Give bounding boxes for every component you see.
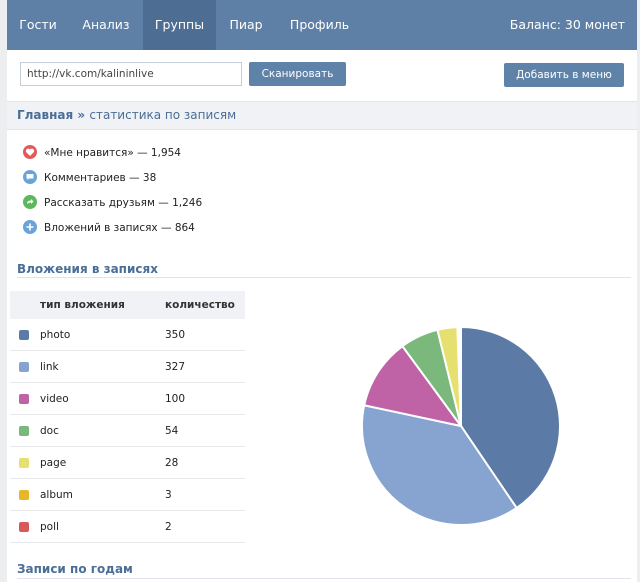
stat-shares-text: Рассказать друзьям — 1,246 — [44, 197, 203, 209]
col-type-header: тип вложения — [32, 291, 159, 319]
nav-guests[interactable]: Гости — [7, 0, 69, 50]
years-divider — [17, 578, 631, 579]
attachments-title: Вложения в записях — [17, 262, 158, 276]
comment-icon — [23, 170, 37, 184]
breadcrumb: Главная » статистика по записям — [7, 101, 637, 130]
attachments-divider — [17, 277, 631, 278]
legend-swatch — [19, 425, 29, 436]
nav-analysis[interactable]: Анализ — [69, 0, 143, 50]
legend-swatch — [19, 361, 29, 372]
nav-profile[interactable]: Профиль — [276, 0, 363, 50]
attachment-count: 28 — [159, 446, 245, 479]
years-title: Записи по годам — [17, 562, 133, 576]
nav-groups[interactable]: Группы — [143, 0, 216, 50]
attachment-type: photo — [32, 319, 159, 351]
attachment-type: link — [32, 350, 159, 383]
stat-likes: «Мне нравится» — 1,954 — [23, 144, 181, 162]
attachment-count: 2 — [159, 510, 245, 543]
legend-swatch — [19, 457, 29, 468]
scan-button[interactable]: Сканировать — [249, 62, 346, 86]
legend-swatch — [19, 489, 29, 500]
attachment-type: page — [32, 446, 159, 479]
nav-pr[interactable]: Пиар — [216, 0, 276, 50]
breadcrumb-separator: » — [77, 108, 86, 122]
balance-label: Баланс: 30 монет — [509, 17, 625, 32]
heart-icon — [23, 145, 37, 159]
add-to-menu-button[interactable]: Добавить в меню — [504, 63, 624, 87]
stat-shares: Рассказать друзьям — 1,246 — [23, 194, 202, 212]
attachment-type: video — [32, 382, 159, 415]
table-row: photo 350 — [10, 319, 245, 351]
col-count-header: количество — [159, 291, 245, 319]
table-row: link 327 — [10, 350, 245, 383]
table-row: poll 2 — [10, 510, 245, 543]
top-navigation: Гости Анализ Группы Пиар Профиль Баланс:… — [7, 0, 637, 50]
breadcrumb-home-link[interactable]: Главная — [17, 108, 73, 122]
share-icon — [23, 195, 37, 209]
url-input[interactable] — [20, 62, 242, 86]
attachments-pie-chart — [361, 325, 561, 526]
table-header-row: тип вложения количество — [10, 291, 245, 319]
stat-likes-text: «Мне нравится» — 1,954 — [44, 147, 181, 159]
attachment-type: doc — [32, 414, 159, 447]
table-row: video 100 — [10, 382, 245, 415]
attachment-type: poll — [32, 510, 159, 543]
stat-comments-text: Комментариев — 38 — [44, 172, 157, 184]
table-row: page 28 — [10, 446, 245, 479]
attachment-count: 350 — [159, 319, 245, 351]
legend-swatch — [19, 521, 29, 532]
table-row: doc 54 — [10, 414, 245, 447]
stat-attachments-text: Вложений в записях — 864 — [44, 222, 195, 234]
attachment-type: album — [32, 478, 159, 511]
page-frame: Гости Анализ Группы Пиар Профиль Баланс:… — [7, 0, 637, 582]
legend-swatch — [19, 329, 29, 340]
stat-comments: Комментариев — 38 — [23, 169, 156, 187]
attachment-count: 100 — [159, 382, 245, 415]
attachment-count: 3 — [159, 478, 245, 511]
plus-icon — [23, 220, 37, 234]
attachments-table: тип вложения количество photo 350 link 327 v… — [10, 291, 245, 543]
stat-attachments: Вложений в записях — 864 — [23, 219, 195, 237]
breadcrumb-current: статистика по записям — [89, 108, 237, 122]
attachment-count: 54 — [159, 414, 245, 447]
attachment-count: 327 — [159, 350, 245, 383]
legend-swatch — [19, 393, 29, 404]
table-row: album 3 — [10, 478, 245, 511]
